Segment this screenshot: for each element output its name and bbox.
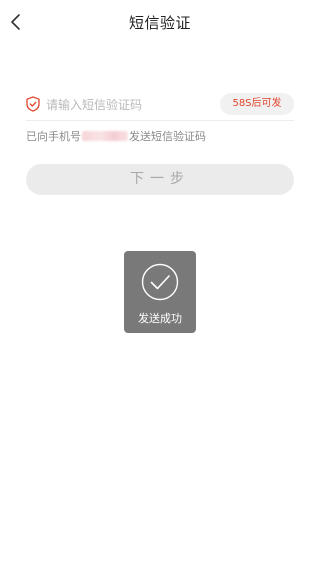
- toast-text: 发送成功: [138, 312, 182, 325]
- resend-code-button[interactable]: 58S后可发: [220, 93, 294, 115]
- sent-message-suffix: 发送短信验证码: [129, 130, 206, 143]
- sent-message-prefix: 已向手机号: [26, 130, 81, 143]
- page-title: 短信验证: [128, 14, 191, 32]
- next-step-button[interactable]: 下一步: [26, 164, 294, 195]
- check-circle-icon: [141, 263, 179, 301]
- header-bar: 短信验证: [0, 0, 320, 44]
- toast-popup: 发送成功: [124, 251, 196, 333]
- code-input-row: 58S后可发: [26, 90, 294, 121]
- sent-message: 已向手机号 发送短信验证码: [26, 128, 206, 144]
- masked-phone-number: [82, 131, 128, 141]
- shield-icon: [26, 96, 40, 112]
- sms-code-input[interactable]: [46, 94, 216, 116]
